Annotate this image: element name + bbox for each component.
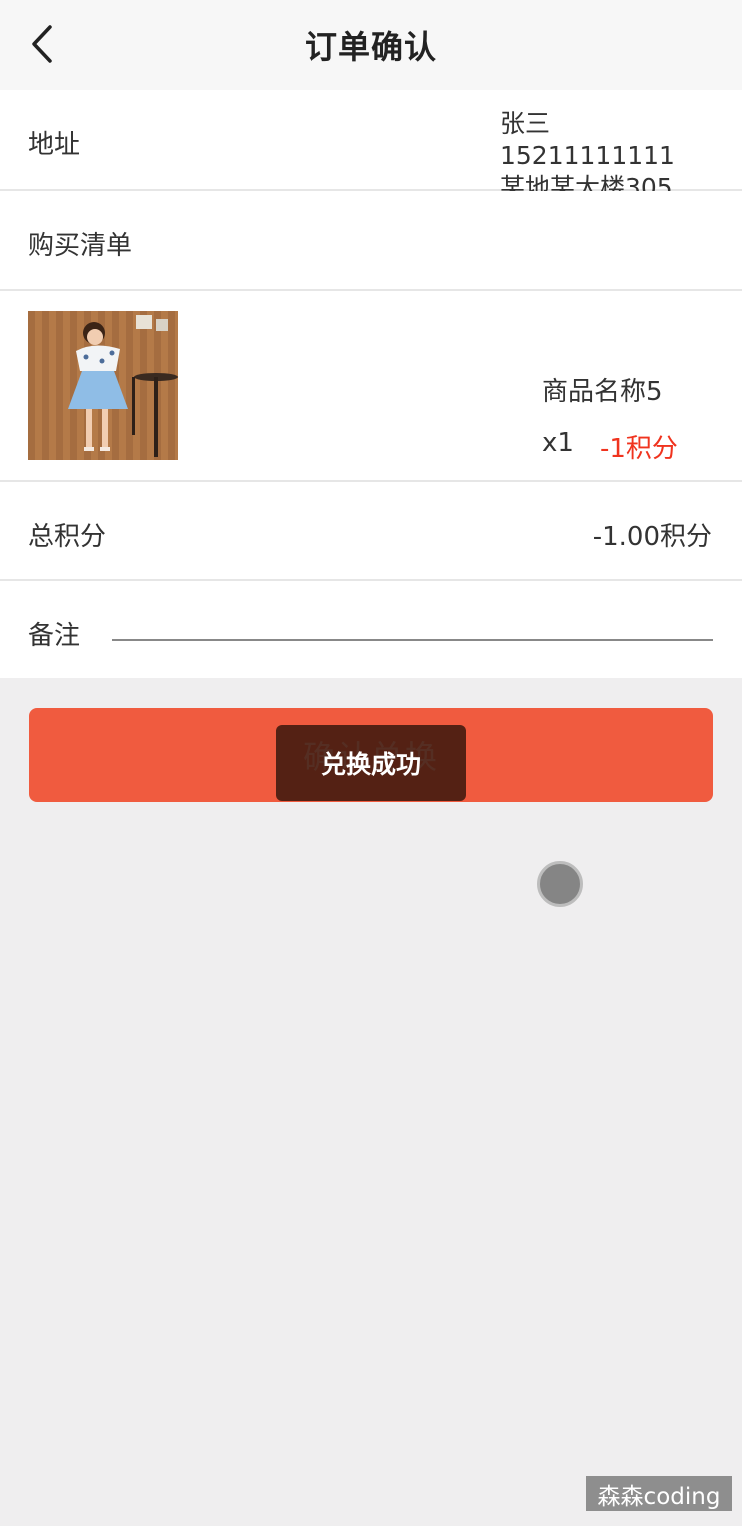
product-name: 商品名称5: [542, 377, 663, 407]
address-name-phone: 张三 15211111111: [500, 109, 675, 170]
order-confirm-page: 订单确认 地址 张三 15211111111 某地某大楼305 购买清单 商品名…: [0, 0, 742, 1526]
touch-indicator: [537, 861, 583, 907]
product-points: -1积分: [600, 434, 678, 464]
address-label: 地址: [28, 130, 81, 160]
note-label: 备注: [28, 621, 81, 651]
success-toast: 兑换成功: [276, 725, 466, 801]
total-points-value: -1.00积分: [592, 522, 712, 552]
list-item: 商品名称5 x1 -1积分: [0, 291, 742, 482]
product-image: [28, 311, 178, 460]
note-input[interactable]: [112, 599, 713, 641]
watermark: 森森coding: [586, 1476, 732, 1511]
page-title: 订单确认: [304, 28, 437, 66]
note-row: 备注: [0, 581, 742, 678]
purchase-list-row: 购买清单: [0, 191, 742, 291]
product-quantity: x1: [542, 428, 574, 458]
total-points-row: 总积分 -1.00积分: [0, 482, 742, 581]
purchase-list-label: 购买清单: [28, 231, 133, 261]
address-info: 张三 15211111111 某地某大楼305: [500, 108, 712, 204]
total-points-label: 总积分: [28, 522, 107, 552]
header-bar: 订单确认: [0, 0, 742, 90]
address-row[interactable]: 地址 张三 15211111111 某地某大楼305: [0, 90, 742, 202]
